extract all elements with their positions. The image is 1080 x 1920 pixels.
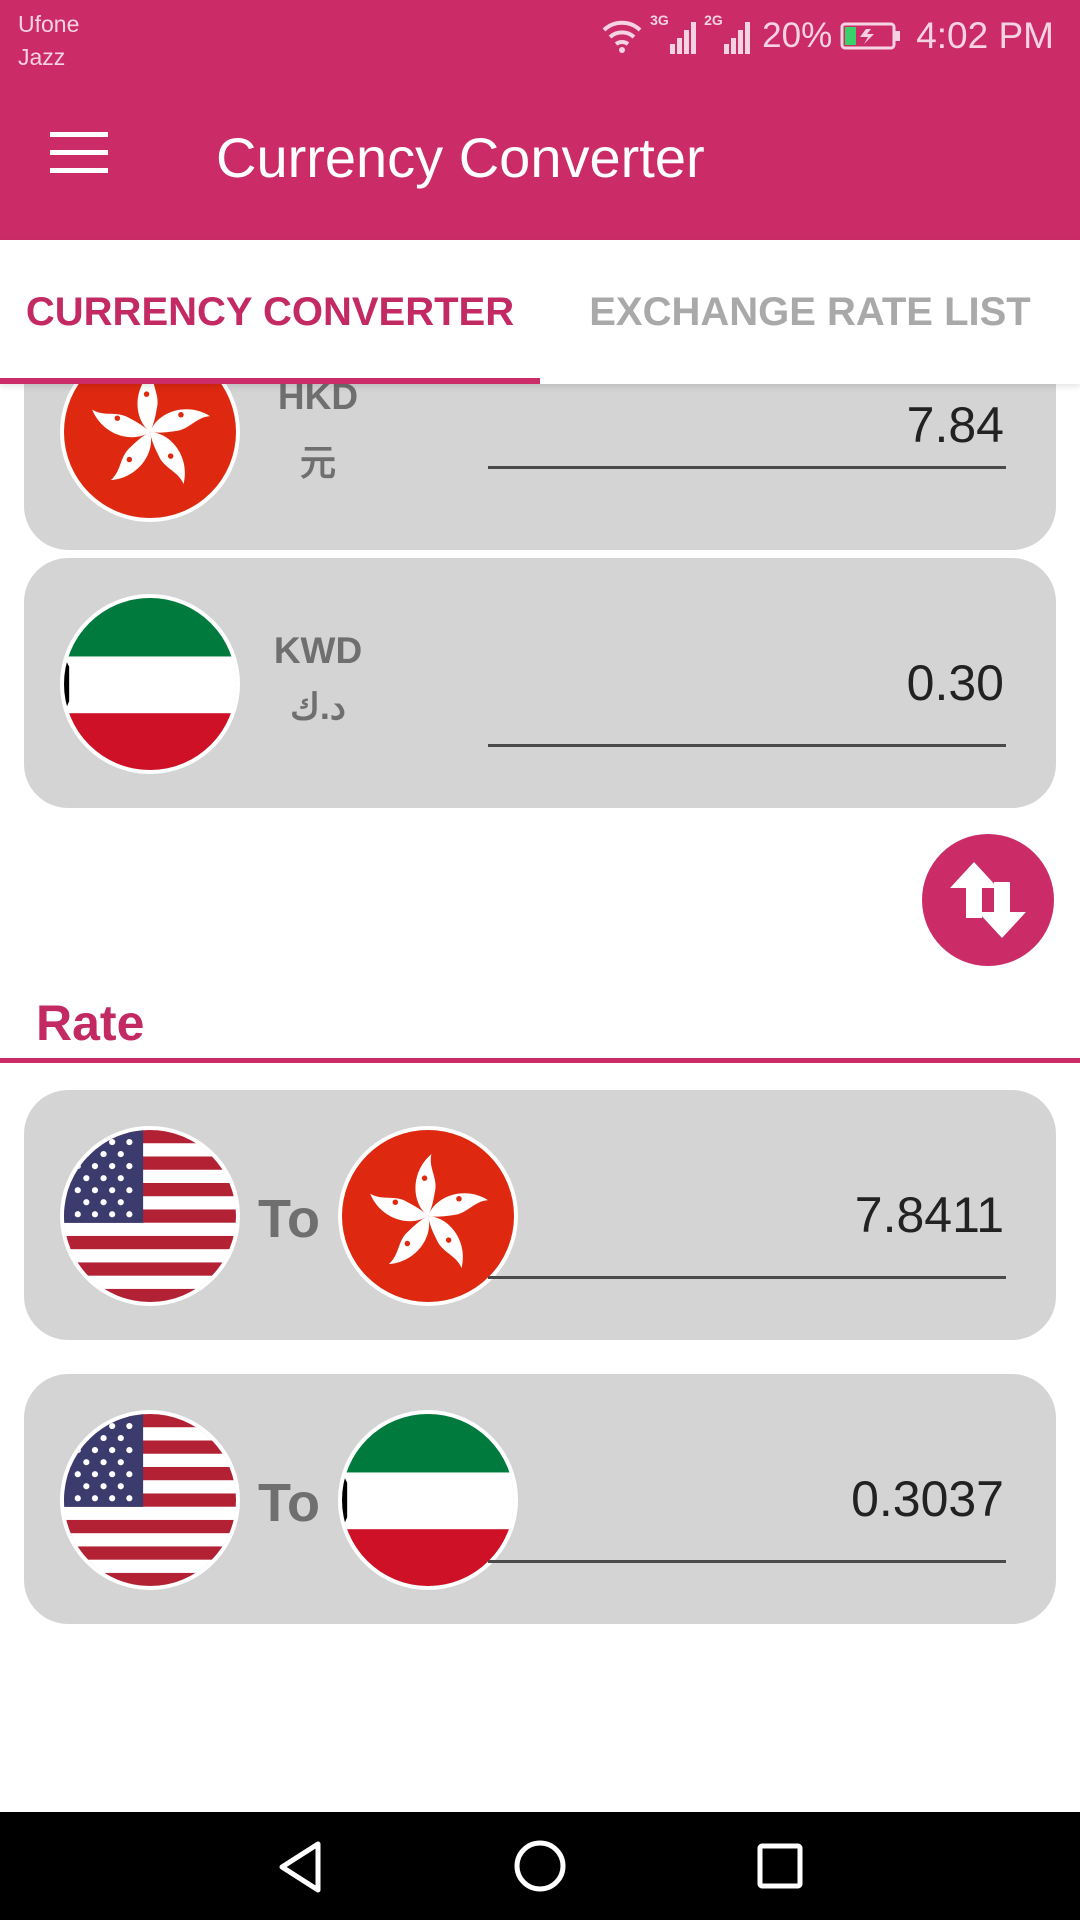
amount-input[interactable]: 7.84 xyxy=(488,396,1004,454)
kuwait-flag-icon[interactable] xyxy=(60,594,240,774)
tab-indicator xyxy=(0,378,540,384)
rate-value: 0.3037 xyxy=(851,1471,1004,1527)
recents-square-icon[interactable] xyxy=(726,1812,834,1920)
status-icons: 3G 2G 20% 4:02 PM xyxy=(600,12,1054,60)
usa-flag-icon xyxy=(60,1126,240,1306)
currency-symbol: 元 xyxy=(299,442,336,483)
input-underline xyxy=(488,1276,1006,1279)
rate-card-usd-kwd: To 0.3037 xyxy=(24,1374,1056,1624)
back-triangle-icon[interactable] xyxy=(246,1812,354,1920)
hong-kong-flag-icon[interactable] xyxy=(60,384,240,522)
tab-exchange-rate-list[interactable]: EXCHANGE RATE LIST xyxy=(540,240,1080,384)
wifi-icon xyxy=(600,16,644,56)
currency-card-hkd: HKD 元 7.84 xyxy=(24,384,1056,550)
input-underline xyxy=(488,1560,1006,1563)
app-bar: Ufone Jazz 3G 2G 20% 4:02 PM Currency Co… xyxy=(0,0,1080,240)
hamburger-menu-icon[interactable] xyxy=(50,132,120,182)
rate-divider xyxy=(0,1058,1080,1063)
tab-bar: CURRENCY CONVERTER EXCHANGE RATE LIST xyxy=(0,240,1080,384)
rate-card-usd-hkd: To 7.8411 xyxy=(24,1090,1056,1340)
carrier-2: Jazz xyxy=(18,44,66,70)
rate-value: 7.8411 xyxy=(854,1187,1004,1243)
currency-symbol: د.ك xyxy=(290,686,346,727)
swap-vertical-icon xyxy=(950,862,1026,938)
signal-3g-icon: 3G xyxy=(650,12,698,56)
tab-currency-converter[interactable]: CURRENCY CONVERTER xyxy=(0,240,540,384)
converter-content[interactable]: HKD 元 7.84 KWD د.ك 0.30 Rate To 7.8411 T… xyxy=(0,384,1080,1812)
rate-section-title: Rate xyxy=(36,995,145,1051)
signal-2g-icon: 2G xyxy=(704,12,752,56)
clock: 4:02 PM xyxy=(916,15,1054,56)
battery-percent: 20% xyxy=(762,16,833,55)
input-underline xyxy=(488,466,1006,469)
home-circle-icon[interactable] xyxy=(486,1812,594,1920)
currency-code: HKD xyxy=(277,384,359,417)
currency-code: KWD xyxy=(273,630,363,671)
to-label: To xyxy=(258,1189,320,1249)
carrier-1: Ufone xyxy=(18,11,80,37)
system-nav-bar xyxy=(0,1812,1080,1920)
app-title: Currency Converter xyxy=(216,126,705,189)
amount-input[interactable]: 0.30 xyxy=(488,654,1004,712)
to-label: To xyxy=(258,1473,320,1533)
input-underline xyxy=(488,744,1006,747)
battery-icon xyxy=(840,21,902,51)
currency-card-kwd: KWD د.ك 0.30 xyxy=(24,558,1056,808)
carrier-info: Ufone Jazz xyxy=(18,8,79,74)
usa-flag-icon xyxy=(60,1410,240,1590)
swap-currencies-button[interactable] xyxy=(922,834,1054,966)
